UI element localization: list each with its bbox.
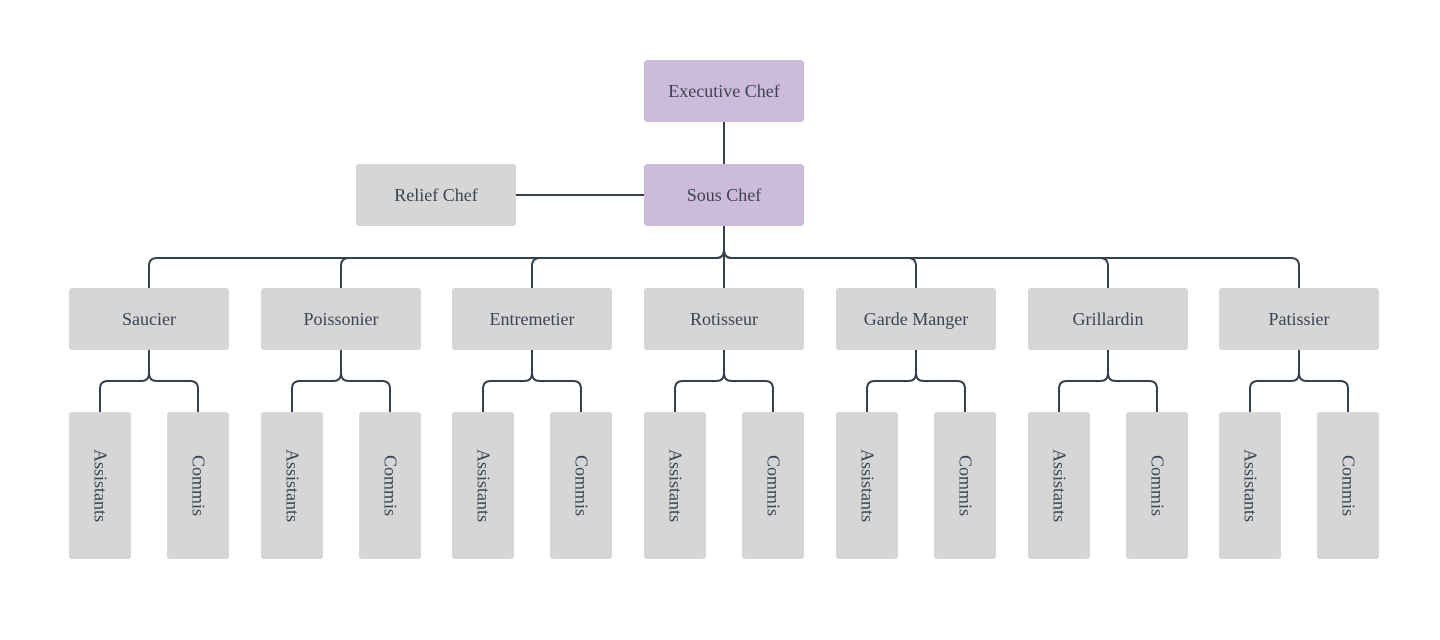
line-sous-station xyxy=(531,226,725,288)
node-commis[interactable]: Commis xyxy=(359,412,421,559)
node-station[interactable]: Grillardin xyxy=(1028,288,1188,350)
node-station[interactable]: Garde Manger xyxy=(836,288,996,350)
line-station-child xyxy=(1107,350,1158,412)
node-assistants[interactable]: Assistants xyxy=(1219,412,1281,559)
node-label: Assistants xyxy=(90,448,111,522)
node-station[interactable]: Saucier xyxy=(69,288,229,350)
node-label: Commis xyxy=(188,454,209,516)
line-station-child xyxy=(1058,350,1109,412)
node-commis[interactable]: Commis xyxy=(742,412,804,559)
node-label: Commis xyxy=(571,454,592,516)
node-label: Commis xyxy=(1147,454,1168,516)
node-label: Poissonier xyxy=(303,308,379,329)
line-station-child xyxy=(291,350,342,412)
node-assistants[interactable]: Assistants xyxy=(69,412,131,559)
node-assistants[interactable]: Assistants xyxy=(836,412,898,559)
node-label: Executive Chef xyxy=(668,80,780,101)
node-label: Commis xyxy=(1338,454,1359,516)
node-relief-chef[interactable]: Relief Chef xyxy=(356,164,516,226)
node-assistants[interactable]: Assistants xyxy=(644,412,706,559)
node-station[interactable]: Entremetier xyxy=(452,288,612,350)
line-station-child xyxy=(482,350,533,412)
line-sous-station xyxy=(723,226,1300,288)
node-label: Assistants xyxy=(857,448,878,522)
node-assistants[interactable]: Assistants xyxy=(452,412,514,559)
node-label: Assistants xyxy=(282,448,303,522)
line-station-child xyxy=(915,350,966,412)
node-commis[interactable]: Commis xyxy=(550,412,612,559)
line-station-child xyxy=(340,350,391,412)
node-label: Relief Chef xyxy=(394,184,478,205)
line-station-child xyxy=(531,350,582,412)
node-assistants[interactable]: Assistants xyxy=(261,412,323,559)
node-label: Garde Manger xyxy=(863,308,969,329)
node-station[interactable]: Rotisseur xyxy=(644,288,804,350)
line-station-child xyxy=(148,350,199,412)
node-station[interactable]: Poissonier xyxy=(261,288,421,350)
line-station-child xyxy=(1298,350,1349,412)
node-label: Assistants xyxy=(1049,448,1070,522)
node-station[interactable]: Patissier xyxy=(1219,288,1379,350)
node-commis[interactable]: Commis xyxy=(1317,412,1379,559)
line-station-child xyxy=(99,350,150,412)
node-label: Assistants xyxy=(473,448,494,522)
node-sous-chef[interactable]: Sous Chef xyxy=(644,164,804,226)
node-commis[interactable]: Commis xyxy=(167,412,229,559)
node-label: Grillardin xyxy=(1072,308,1144,329)
node-assistants[interactable]: Assistants xyxy=(1028,412,1090,559)
node-label: Commis xyxy=(763,454,784,516)
node-label: Rotisseur xyxy=(689,308,758,329)
node-commis[interactable]: Commis xyxy=(934,412,996,559)
line-station-child xyxy=(1249,350,1300,412)
node-label: Commis xyxy=(955,454,976,516)
node-label: Sous Chef xyxy=(686,184,762,205)
line-station-child xyxy=(674,350,725,412)
node-commis[interactable]: Commis xyxy=(1126,412,1188,559)
node-label: Assistants xyxy=(1240,448,1261,522)
node-label: Patissier xyxy=(1268,308,1330,329)
line-station-child xyxy=(723,350,774,412)
node-label: Commis xyxy=(380,454,401,516)
node-label: Entremetier xyxy=(489,308,575,329)
node-executive-chef[interactable]: Executive Chef xyxy=(644,60,804,122)
node-label: Assistants xyxy=(665,448,686,522)
node-label: Saucier xyxy=(122,308,176,329)
line-station-child xyxy=(866,350,917,412)
